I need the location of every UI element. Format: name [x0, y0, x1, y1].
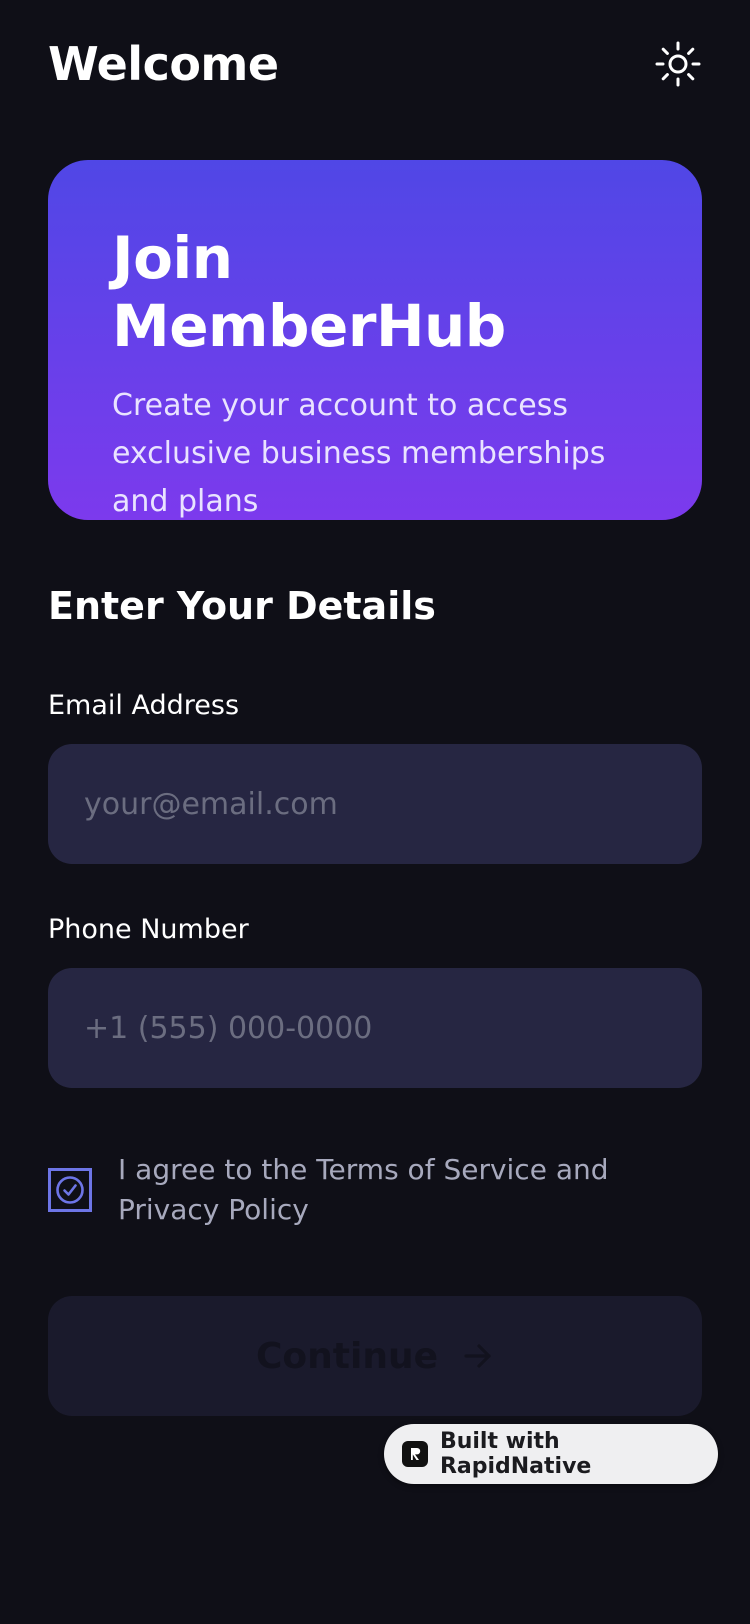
- arrow-right-icon: [462, 1340, 494, 1372]
- page-title: Welcome: [48, 37, 279, 91]
- phone-field[interactable]: [48, 968, 702, 1088]
- continue-label: Continue: [255, 1335, 438, 1377]
- section-title: Enter Your Details: [48, 584, 436, 628]
- rapidnative-logo-icon: [402, 1441, 428, 1467]
- phone-label: Phone Number: [48, 914, 249, 945]
- hero-title: Join MemberHub: [112, 224, 506, 360]
- check-circle-icon: [56, 1176, 84, 1204]
- terms-agreement: I agree to the Terms of Service and Priv…: [48, 1150, 702, 1230]
- sun-icon: [655, 41, 701, 87]
- email-field[interactable]: [48, 744, 702, 864]
- badge-text: Built with RapidNative: [439, 1429, 592, 1479]
- continue-button[interactable]: Continue: [48, 1296, 702, 1416]
- email-label: Email Address: [48, 690, 240, 721]
- hero-card: Join MemberHub Create your account to ac…: [48, 160, 702, 520]
- terms-checkbox[interactable]: [48, 1168, 92, 1212]
- header: Welcome: [48, 34, 702, 94]
- built-with-badge[interactable]: Built with RapidNative: [384, 1424, 718, 1484]
- terms-text: I agree to the Terms of Service and Priv…: [118, 1153, 609, 1226]
- theme-toggle-button[interactable]: [654, 40, 702, 88]
- hero-subtitle: Create your account to access exclusive …: [112, 388, 606, 519]
